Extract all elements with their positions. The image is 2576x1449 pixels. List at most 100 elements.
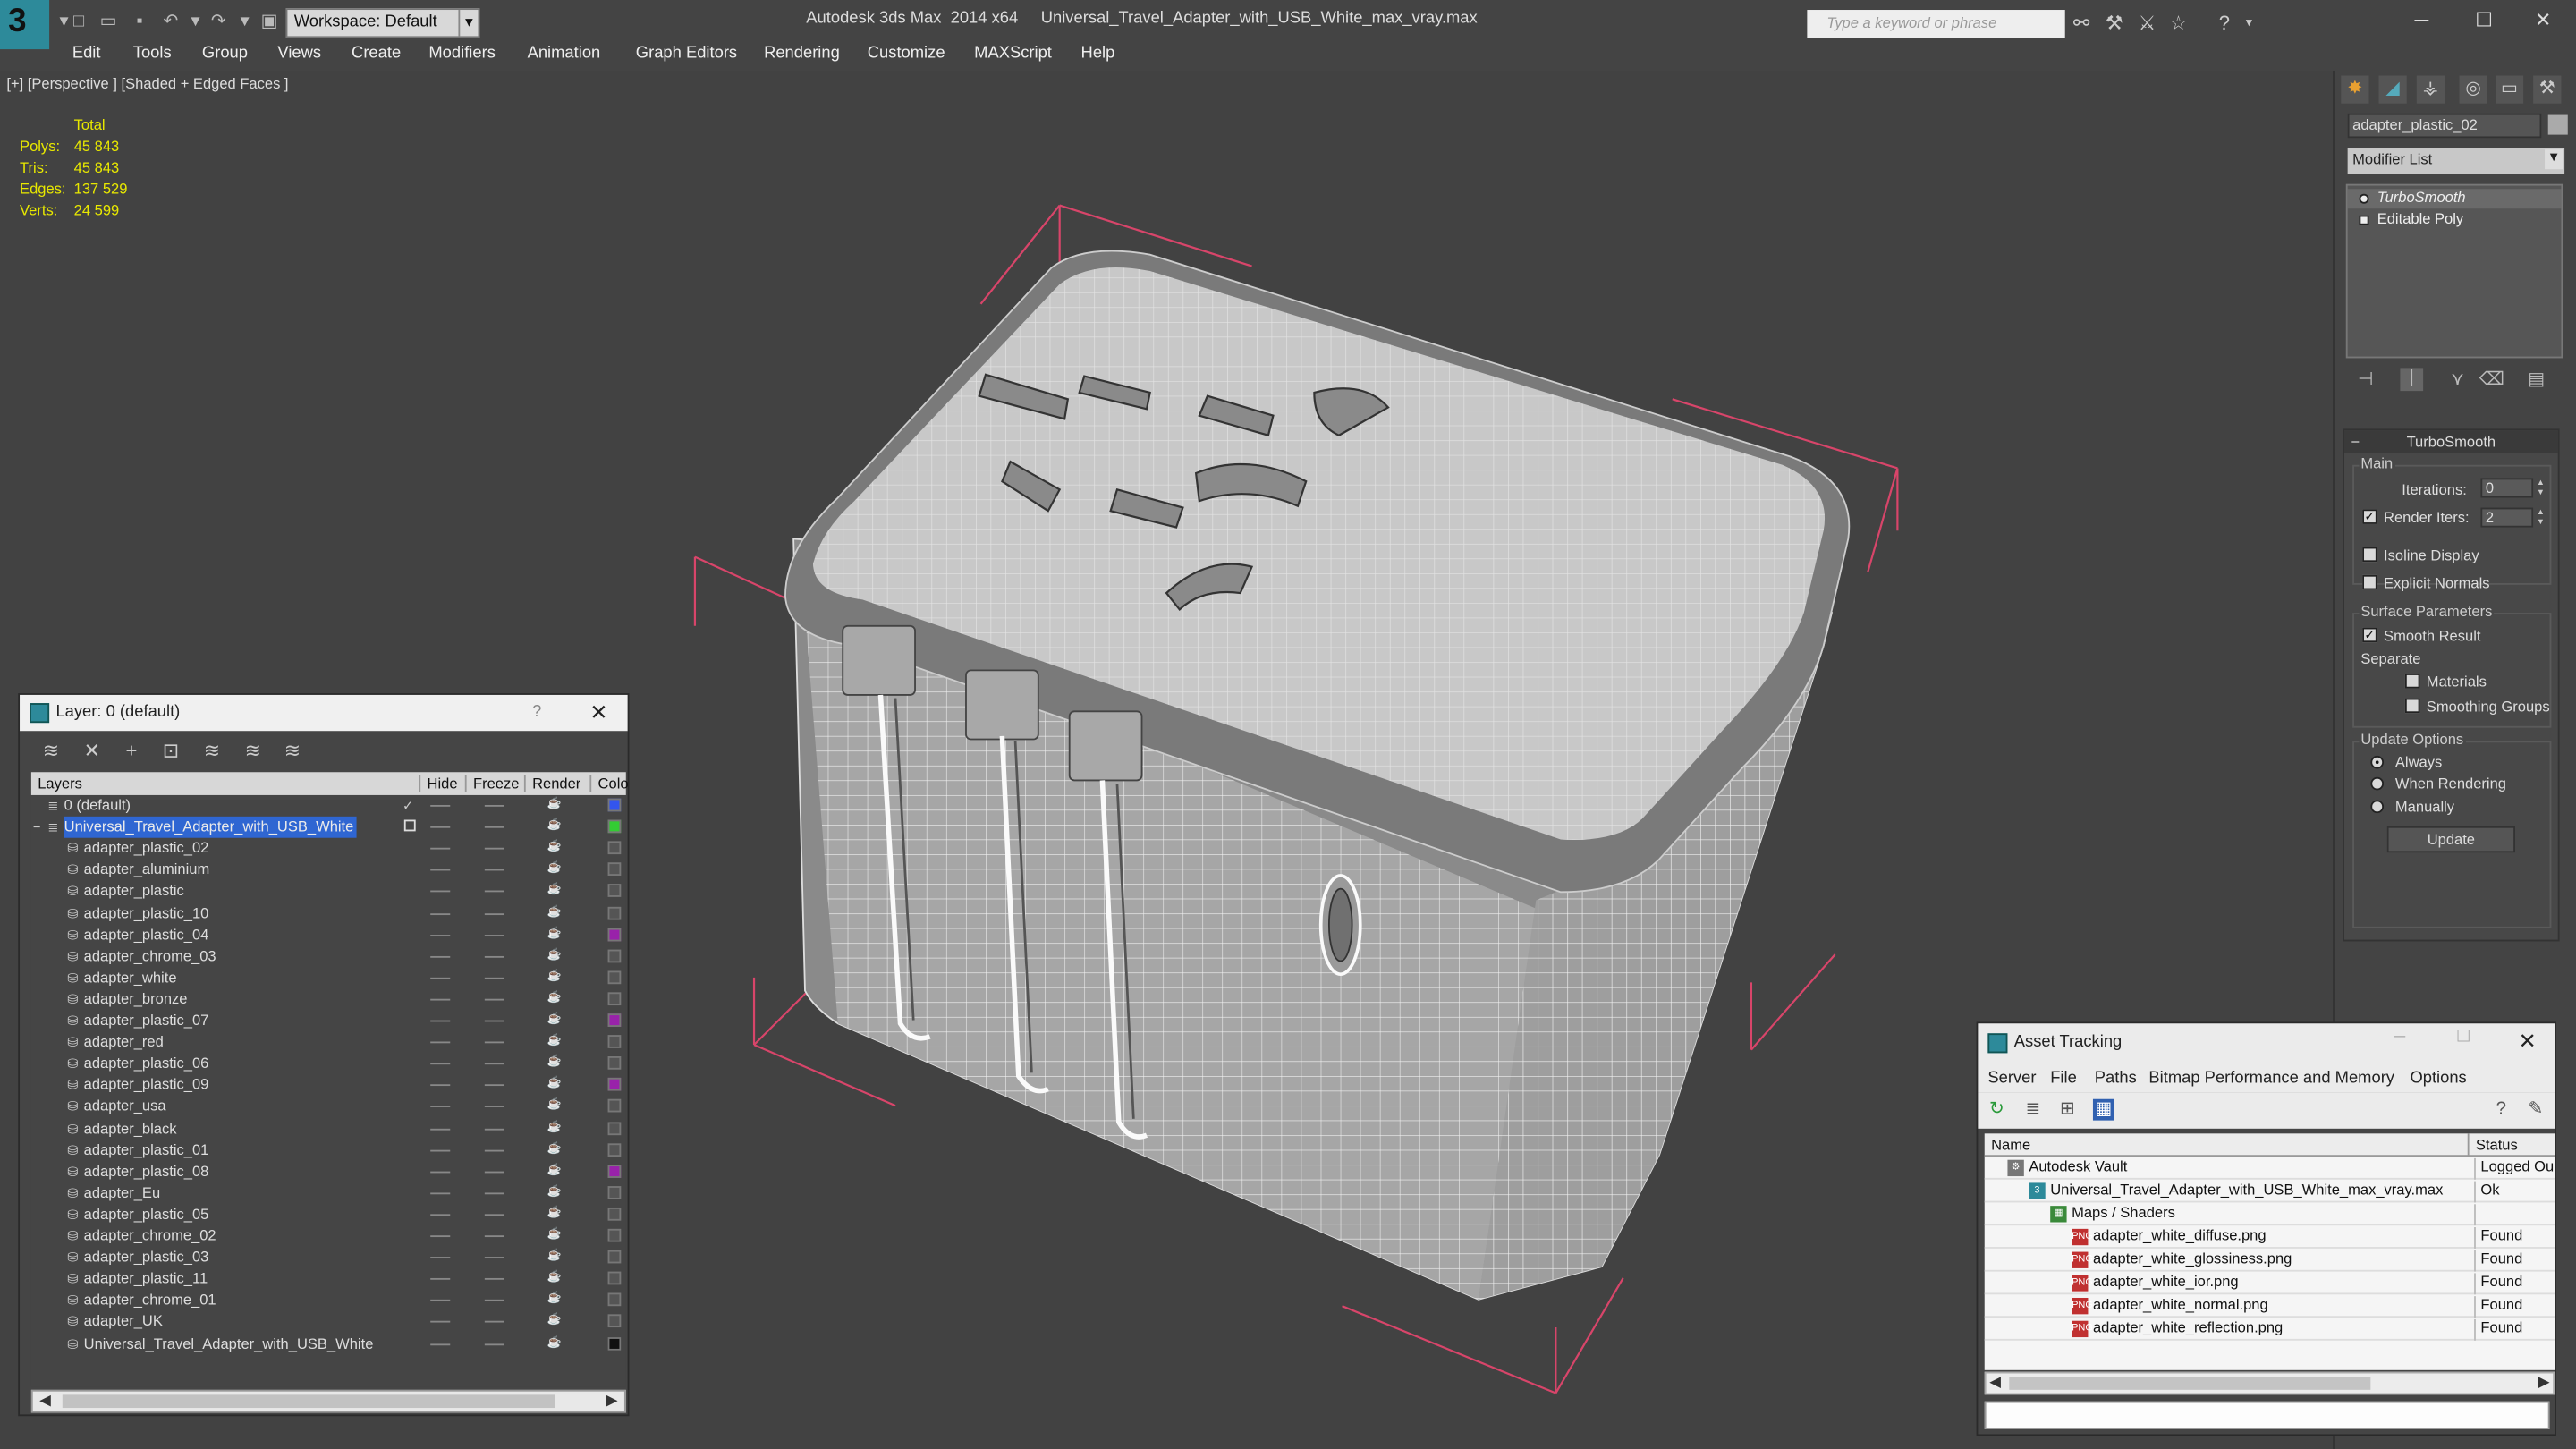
configure-modifier-sets-icon[interactable]: ▤ [2525, 368, 2548, 391]
render-teapot-icon[interactable]: ☕ [547, 885, 563, 898]
menu-create[interactable]: Create [352, 45, 401, 63]
freeze-toggle[interactable] [484, 869, 504, 871]
freeze-toggle[interactable] [484, 826, 504, 828]
layer-object-row[interactable]: ⛁ adapter_plastic_10 ☕ [31, 902, 626, 924]
stack-item-editable-poly[interactable]: Editable Poly [2348, 210, 2562, 230]
help-dropdown-icon[interactable]: ▾ [2238, 12, 2261, 35]
close-icon[interactable]: ✕ [589, 699, 607, 725]
maximize-icon[interactable]: ☐ [2468, 6, 2501, 32]
collapse-icon[interactable]: − [2351, 430, 2360, 453]
menu-help[interactable]: Help [1081, 45, 1115, 63]
hide-all-icon[interactable]: ≋ [242, 740, 265, 763]
render-teapot-icon[interactable]: ☕ [547, 1099, 563, 1113]
make-unique-icon[interactable]: ⋎ [2446, 368, 2470, 391]
render-teapot-icon[interactable]: ☕ [547, 1315, 563, 1328]
col-status[interactable]: Status [2467, 1133, 2518, 1157]
render-teapot-icon[interactable]: ☕ [547, 1165, 563, 1178]
render-teapot-icon[interactable]: ☕ [547, 1035, 563, 1048]
modify-tab-icon[interactable]: ◢ [2378, 75, 2407, 104]
layer-object-row[interactable]: ⛁ adapter_black ☕ [31, 1118, 626, 1140]
col-layers[interactable]: Layers [38, 775, 82, 792]
spinner-arrows-icon[interactable]: ▲ ▼ [2537, 508, 2548, 528]
layer-object-row[interactable]: ⛁ adapter_plastic_11 ☕ [31, 1268, 626, 1290]
layer-row[interactable]: ≣ − Universal_Travel_Adapter_with_USB_Whit… [31, 817, 626, 838]
asset-row[interactable]: PNG adapter_white_glossiness.png Found [1984, 1249, 2555, 1272]
layer-color-swatch[interactable] [607, 949, 622, 962]
render-teapot-icon[interactable]: ☕ [547, 1229, 563, 1242]
hide-toggle[interactable] [430, 1020, 451, 1022]
layer-color-swatch[interactable] [607, 992, 622, 1005]
hide-toggle[interactable] [430, 955, 451, 958]
render-teapot-icon[interactable]: ☕ [547, 949, 563, 962]
favorites-star-icon[interactable]: ☆ [2167, 12, 2190, 35]
freeze-toggle[interactable] [484, 912, 504, 915]
render-teapot-icon[interactable]: ☕ [547, 842, 563, 855]
scroll-thumb[interactable] [62, 1394, 555, 1409]
iterations-spinner[interactable]: 0 [2480, 478, 2534, 498]
asset-row[interactable]: PNG adapter_white_diffuse.png Found [1984, 1225, 2555, 1249]
hide-toggle[interactable] [430, 912, 451, 915]
render-teapot-icon[interactable]: ☕ [547, 1078, 563, 1091]
add-to-layer-icon[interactable]: + [120, 740, 143, 763]
scroll-left-icon[interactable]: ◀ [1989, 1373, 2001, 1391]
asset-path-input[interactable] [1984, 1401, 2550, 1429]
motion-tab-icon[interactable]: ◎ [2459, 75, 2487, 104]
current-layer-check-icon[interactable]: ✓ [402, 799, 416, 814]
col-name[interactable]: Name [1991, 1137, 2030, 1153]
freeze-toggle[interactable] [484, 934, 504, 936]
layer-object-row[interactable]: ⛁ adapter_Eu ☕ [31, 1182, 626, 1204]
smoothing-groups-checkbox[interactable] [2404, 698, 2420, 714]
freeze-toggle[interactable] [484, 1257, 504, 1259]
layer-object-row[interactable]: ⛁ adapter_plastic_03 ☕ [31, 1247, 626, 1268]
render-teapot-icon[interactable]: ☕ [547, 1250, 563, 1264]
layer-object-row[interactable]: ⛁ adapter_plastic_04 ☕ [31, 924, 626, 945]
render-iters-spinner[interactable]: 2 [2480, 507, 2534, 528]
refresh-icon[interactable]: ↻ [1987, 1099, 2008, 1121]
layer-title-bar[interactable]: Layer: 0 (default) ? ✕ [20, 694, 628, 732]
smooth-result-checkbox[interactable]: ✓ [2362, 627, 2377, 643]
hide-toggle[interactable] [430, 804, 451, 807]
render-teapot-icon[interactable]: ☕ [547, 1208, 563, 1221]
layer-color-swatch[interactable] [607, 1185, 622, 1199]
menu-rendering[interactable]: Rendering [764, 45, 840, 63]
object-name-field[interactable]: adapter_plastic_02 [2347, 113, 2542, 139]
create-tab-icon[interactable]: ✸ [2341, 75, 2369, 104]
layer-object-row[interactable]: ⛁ adapter_plastic_07 ☕ [31, 1011, 626, 1032]
close-icon[interactable]: ✕ [2519, 1029, 2537, 1055]
freeze-toggle[interactable] [484, 848, 504, 850]
layer-color-swatch[interactable] [607, 841, 622, 855]
freeze-toggle[interactable] [484, 1214, 504, 1216]
freeze-toggle[interactable] [484, 1148, 504, 1151]
layer-color-swatch[interactable] [607, 1121, 622, 1135]
maximize-icon[interactable]: ☐ [2456, 1029, 2470, 1046]
hide-toggle[interactable] [430, 826, 451, 828]
layer-object-row[interactable]: ⛁ adapter_plastic_06 ☕ [31, 1054, 626, 1075]
freeze-toggle[interactable] [484, 998, 504, 1001]
hide-toggle[interactable] [430, 1084, 451, 1087]
scroll-right-icon[interactable]: ▶ [606, 1392, 618, 1410]
menu-customize[interactable]: Customize [868, 45, 945, 63]
render-teapot-icon[interactable]: ☕ [547, 1186, 563, 1199]
horizontal-scrollbar[interactable]: ◀ ▶ [1984, 1371, 2555, 1395]
layer-object-row[interactable]: ⛁ adapter_red ☕ [31, 1032, 626, 1054]
col-freeze[interactable]: Freeze [464, 775, 519, 792]
menu-options[interactable]: Options [2410, 1070, 2466, 1088]
search-input[interactable]: Type a keyword or phrase [1807, 10, 2065, 38]
freeze-toggle[interactable] [484, 1235, 504, 1238]
binoculars-icon[interactable]: ⚯ [2070, 12, 2093, 35]
tree-view-icon[interactable]: ⊞ [2057, 1099, 2079, 1121]
horizontal-scrollbar[interactable]: ◀ ▶ [30, 1389, 626, 1413]
render-teapot-icon[interactable]: ☕ [547, 906, 563, 919]
minimize-icon[interactable]: ─ [2394, 1029, 2405, 1046]
layer-color-swatch[interactable] [607, 970, 622, 984]
freeze-toggle[interactable] [484, 1278, 504, 1281]
update-button[interactable]: Update [2386, 826, 2515, 853]
menu-bitmap-performance[interactable]: Bitmap Performance and Memory [2148, 1070, 2394, 1088]
freeze-toggle[interactable] [484, 1020, 504, 1022]
col-render[interactable]: Render [523, 775, 580, 792]
pin-stack-icon[interactable]: ⊣ [2354, 368, 2377, 391]
layer-color-swatch[interactable] [607, 1099, 622, 1114]
render-teapot-icon[interactable]: ☕ [547, 1122, 563, 1135]
highlight-layer-icon[interactable]: ≋ [200, 740, 224, 763]
always-radio[interactable] [2370, 755, 2385, 769]
